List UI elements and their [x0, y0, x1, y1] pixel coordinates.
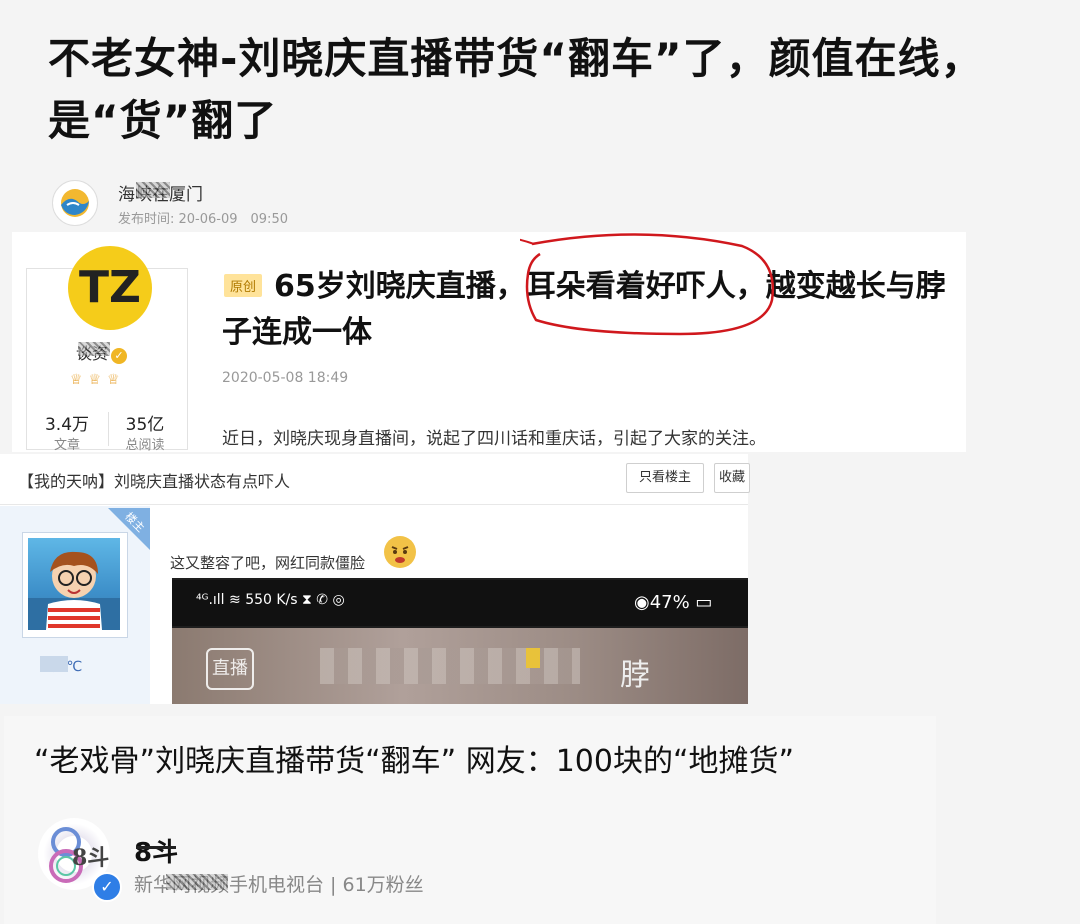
pixel-highlight	[526, 648, 540, 668]
publish-time: 发布时间: 20-06-09 09:50	[118, 212, 288, 227]
cartoon-boy-avatar-icon	[28, 551, 120, 630]
partial-title-char: 脖	[620, 658, 650, 693]
stat-reads-label: 总阅读	[125, 438, 165, 453]
stat-articles-label: 文章	[53, 438, 80, 453]
verified-icon: ✓	[111, 348, 128, 364]
channel-name[interactable]: 8斗	[134, 832, 178, 869]
thread-title[interactable]: 【我的天呐】刘晓庆直播状态有点吓人	[18, 468, 290, 492]
article-body: 近日，刘晓庆现身直播间，说起了四川话和重庆话，引起了大家的关注。	[222, 429, 766, 449]
avatar-logo-text: TZ	[79, 262, 141, 313]
angry-face-icon	[384, 536, 416, 568]
verified-icon: ✓	[92, 872, 122, 902]
user-avatar[interactable]	[28, 538, 120, 630]
highlight-circle-annotation	[520, 233, 775, 336]
original-badge: 原创	[224, 274, 263, 297]
battery-icon: ◉47% ▭	[634, 592, 713, 613]
stat-reads-value: 35亿	[125, 415, 165, 435]
collect-button[interactable]: 收藏	[714, 463, 750, 493]
only-owner-button[interactable]: 只看楼主	[626, 463, 704, 493]
author-blur-mask	[78, 342, 110, 356]
source-logo[interactable]	[52, 180, 98, 226]
status-left-icons: ⁴ᴳ.ıll ≋ 550 K/s ⧗ ✆ ◎	[196, 592, 345, 608]
stat-articles-value: 3.4万	[44, 415, 90, 435]
stat-divider	[108, 412, 109, 446]
strike-mask	[136, 846, 176, 849]
author-blur-mask	[136, 182, 170, 198]
username-mask	[40, 656, 68, 672]
post-text: 这又整容了吧，网红同款僵脸	[170, 554, 366, 572]
wave-logo-icon	[61, 189, 89, 217]
rank-crowns-icon: ♕♕♕	[70, 372, 126, 388]
author-blur-mask	[166, 874, 228, 890]
article-date: 2020-05-08 18:49	[222, 370, 349, 386]
live-app-icon: 直播	[206, 648, 254, 690]
pixelated-mask	[320, 648, 580, 684]
article-title[interactable]: “老戏骨”刘晓庆直播带货“翻车” 网友：100块的“地摊货”	[34, 736, 794, 780]
article-title[interactable]: 不老女神-刘晓庆直播带货“翻车”了，颜值在线，是“货”翻了	[48, 28, 1068, 152]
channel-logo-text: 8斗	[72, 845, 110, 871]
